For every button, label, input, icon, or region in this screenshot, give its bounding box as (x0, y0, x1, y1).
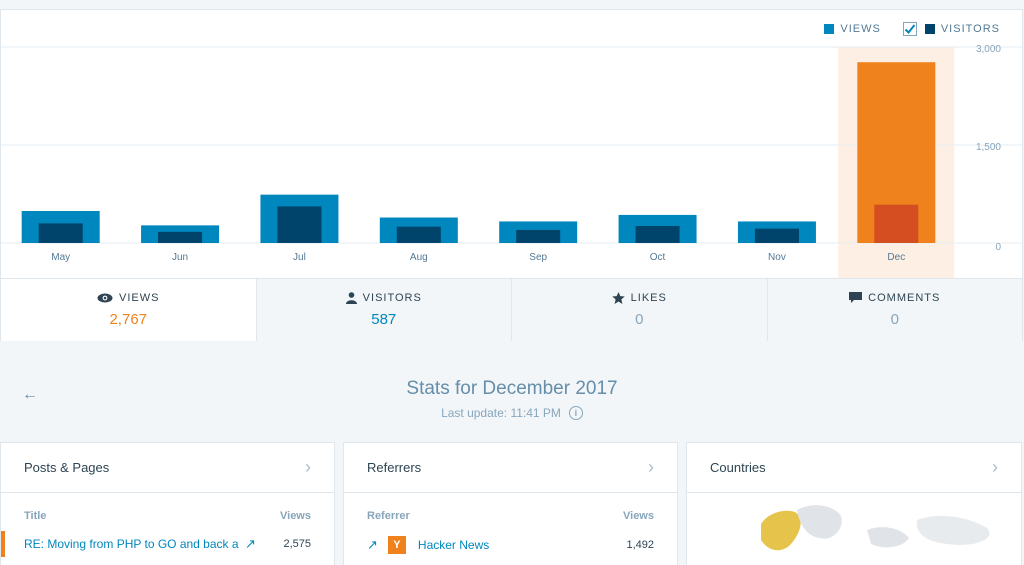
map-region-greenland (797, 505, 842, 539)
referrer-link[interactable]: Hacker News (418, 538, 489, 552)
tab-comments-value: 0 (890, 311, 899, 328)
world-map (761, 505, 990, 551)
external-link-icon[interactable]: ↗ (245, 536, 256, 552)
person-icon (345, 292, 357, 304)
x-tick-label: Aug (410, 252, 428, 263)
posts-col-views: Views (280, 510, 311, 522)
info-icon[interactable]: i (568, 406, 583, 420)
legend-visitors-label: VISITORS (940, 23, 1000, 35)
chevron-right-icon: › (992, 457, 998, 477)
tab-likes-value: 0 (635, 311, 644, 328)
y-tick-label: 3,000 (976, 44, 1001, 55)
posts-columns: Title Views (1, 510, 334, 522)
visitors-checkbox[interactable] (902, 22, 917, 36)
tab-likes[interactable]: LIKES 0 (511, 279, 767, 341)
x-tick-label: Dec (887, 252, 905, 263)
referrers-col-title: Referrer (367, 510, 410, 522)
bar-visitors (516, 229, 561, 243)
x-tick-label: Nov (768, 252, 786, 263)
x-tick-label: Oct (650, 252, 666, 263)
post-link[interactable]: RE: Moving from PHP to GO and back ag (24, 537, 239, 551)
post-views: 2,575 (283, 538, 311, 550)
countries-title: Countries (710, 460, 766, 475)
hacker-news-icon: Y (387, 536, 406, 554)
tab-visitors-label: VISITORS (362, 292, 422, 304)
bar-visitors (754, 228, 799, 243)
chevron-right-icon: › (305, 457, 311, 477)
comment-icon (849, 292, 863, 303)
map-region-europe (867, 527, 909, 548)
chart-card: 3,000 1,500 0 May Jun Jul Aug Sep Oct Nov Dec VIEW… (0, 9, 1023, 341)
external-link-icon[interactable]: ↗ (367, 537, 378, 553)
y-tick-label: 0 (995, 242, 1001, 253)
referrer-views: 1,492 (626, 539, 654, 551)
referrers-module: Referrers › Referrer Views ↗ Y Hacker Ne… (343, 442, 678, 565)
countries-module: Countries › (686, 442, 1022, 565)
bar-visitors (396, 226, 441, 243)
posts-pages-title: Posts & Pages (24, 460, 110, 475)
visitors-swatch (924, 24, 935, 34)
x-tick-label: Jun (172, 252, 188, 263)
referrers-title: Referrers (367, 460, 422, 475)
countries-header[interactable]: Countries › (687, 443, 1021, 493)
stats-tabs: VIEWS 2,767 VISITORS 587 LIKES 0 COMMENT… (1, 278, 1022, 341)
legend-views: VIEWS (824, 23, 880, 35)
x-tick-label: May (51, 252, 70, 263)
map-region-asia (916, 515, 990, 545)
tab-views[interactable]: VIEWS 2,767 (1, 279, 256, 341)
bar-chart: 3,000 1,500 0 May Jun Jul Aug Sep Oct Nov Dec (1, 44, 1022, 278)
y-tick-label: 1,500 (976, 142, 1001, 153)
tab-visitors-value: 587 (371, 311, 397, 328)
page-title: Stats for December 2017 (406, 378, 618, 399)
tab-comments[interactable]: COMMENTS 0 (766, 279, 1022, 341)
posts-pages-module: Posts & Pages › Title Views RE: Moving f… (0, 442, 335, 565)
map-region-north-america (761, 510, 801, 551)
bar-visitors (38, 223, 83, 243)
posts-col-title: Title (24, 510, 47, 522)
selected-accent (1, 531, 5, 557)
legend-visitors: VISITORS (924, 23, 1000, 35)
stats-header: ← Stats for December 2017 Last update: 1… (0, 370, 1024, 430)
checkmark-icon (904, 24, 916, 34)
last-update-text: Last update: 11:41 PM (441, 406, 561, 420)
chevron-right-icon: › (648, 457, 654, 477)
x-tick-label: Sep (529, 252, 547, 263)
referrers-columns: Referrer Views (344, 510, 677, 522)
posts-pages-header[interactable]: Posts & Pages › (1, 443, 334, 493)
star-icon (611, 292, 625, 304)
tab-likes-label: LIKES (630, 292, 667, 304)
bar-visitors (158, 231, 203, 243)
list-item: RE: Moving from PHP to GO and back ag ↗ … (1, 531, 334, 557)
last-update: Last update: 11:41 PM i (0, 406, 1024, 420)
tab-comments-label: COMMENTS (868, 292, 941, 304)
referrers-col-views: Views (623, 510, 654, 522)
bar-visitors (874, 204, 919, 243)
tab-views-value: 2,767 (109, 311, 148, 328)
views-swatch (824, 24, 835, 34)
chart-legend: VIEWS VISITORS (824, 22, 1000, 36)
bar-visitors (277, 206, 322, 243)
bar-visitors (635, 226, 680, 243)
legend-views-label: VIEWS (840, 23, 881, 35)
tab-views-label: VIEWS (119, 292, 160, 304)
tab-visitors[interactable]: VISITORS 587 (255, 279, 511, 341)
list-item: ↗ Y Hacker News 1,492 (344, 536, 677, 554)
x-tick-label: Jul (293, 252, 306, 263)
eye-icon (97, 293, 113, 303)
referrers-header[interactable]: Referrers › (344, 443, 677, 493)
